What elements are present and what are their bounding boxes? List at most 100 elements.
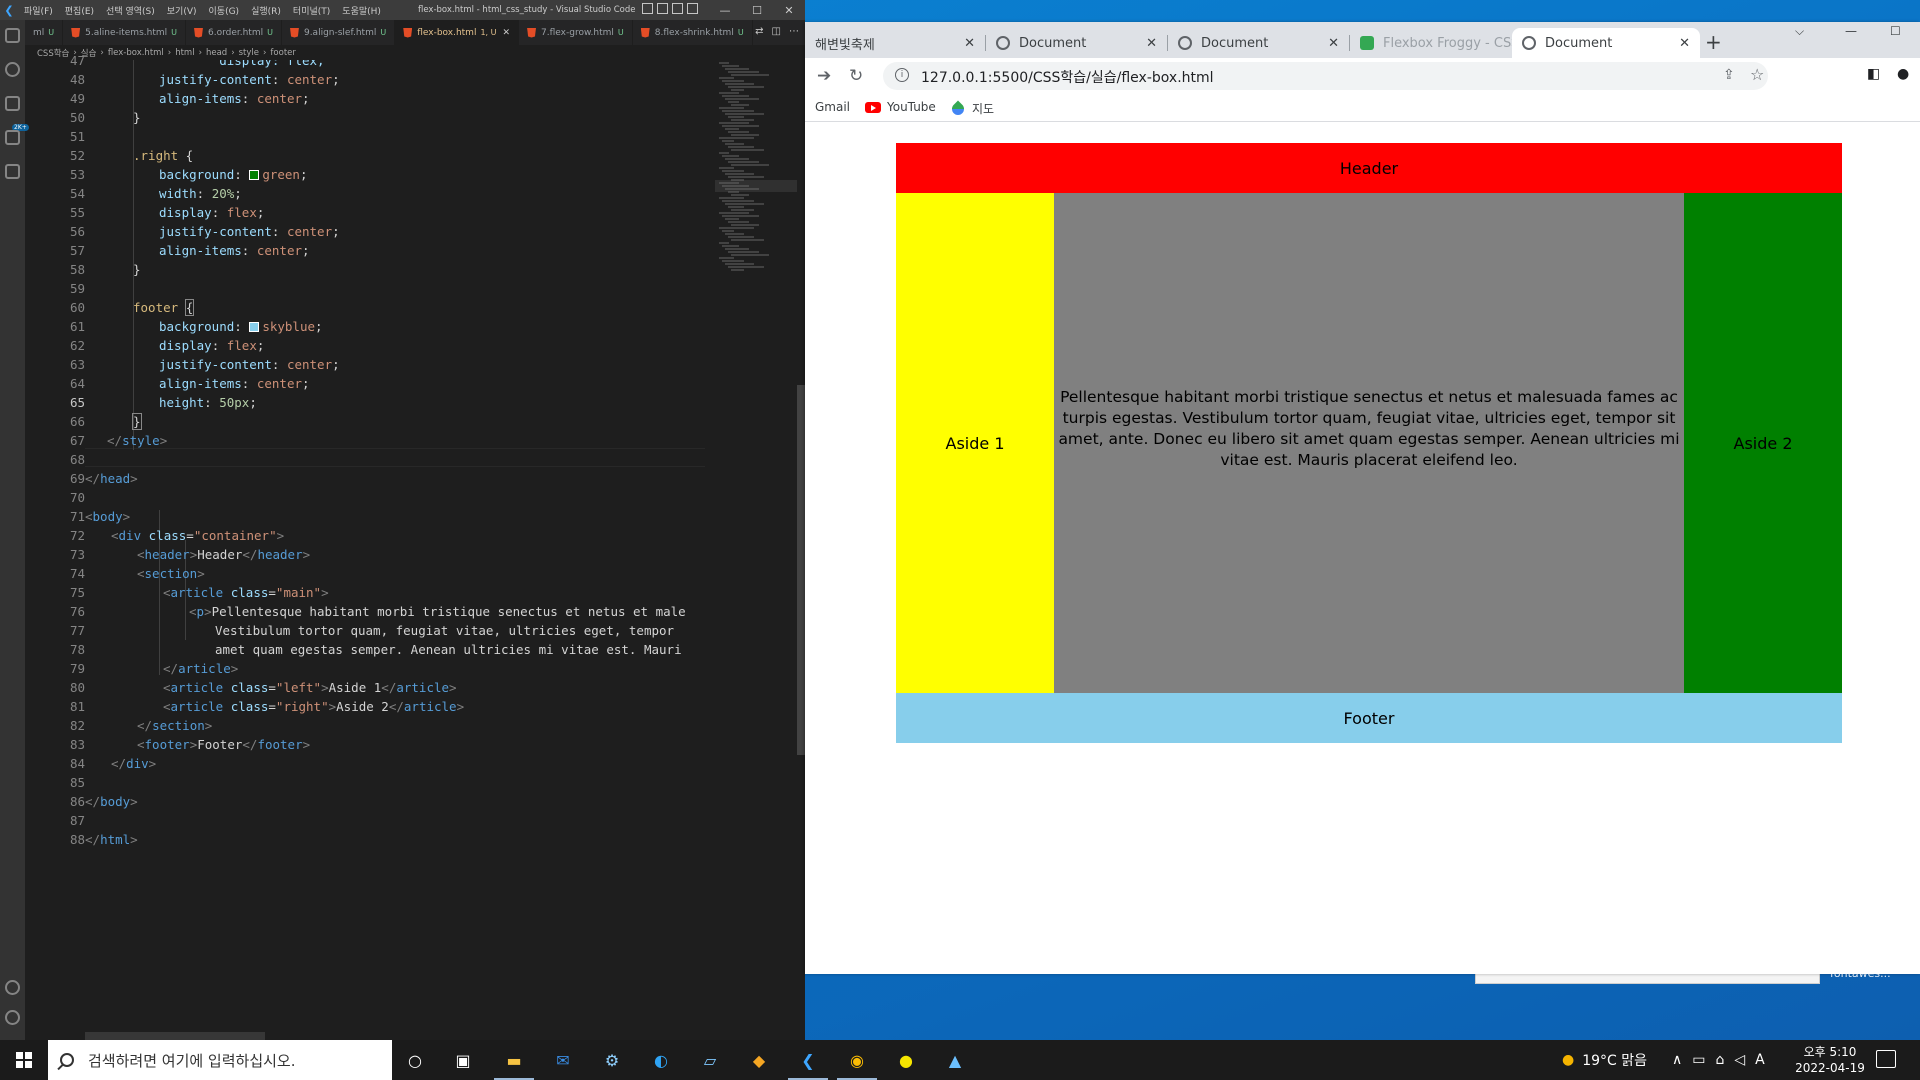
network-icon[interactable]: ⌂: [1715, 1052, 1724, 1068]
side-panel-icon[interactable]: ◧: [1867, 66, 1880, 82]
menu-view[interactable]: 보기(V): [161, 4, 203, 17]
reload-icon[interactable]: ↻: [849, 66, 863, 86]
tab-close-icon[interactable]: ✕: [1328, 36, 1339, 51]
search-icon[interactable]: [5, 62, 20, 77]
meet-now-icon[interactable]: ▭: [1692, 1052, 1705, 1068]
maximize-icon[interactable]: ☐: [741, 0, 773, 20]
run-debug-icon[interactable]: [5, 130, 20, 145]
vscode-taskbar-icon[interactable]: ❮: [788, 1048, 828, 1080]
notification-icon[interactable]: [1876, 1050, 1896, 1068]
edge-icon[interactable]: ◐: [649, 1048, 673, 1072]
site-info-icon[interactable]: i: [895, 68, 909, 82]
tab-aline-items[interactable]: 5.aline-items.html U: [63, 20, 186, 45]
breadcrumb-item[interactable]: html: [175, 48, 194, 58]
minimap[interactable]: [715, 60, 797, 1040]
browser-tab-2[interactable]: Document ✕: [1168, 28, 1350, 58]
chevron-right-icon: ›: [198, 47, 202, 58]
toggle-secondary-sidebar-icon[interactable]: [672, 3, 683, 14]
minimap-viewport[interactable]: [715, 180, 797, 192]
menu-terminal[interactable]: 터미널(T): [287, 4, 336, 17]
tab-modified: 1, U: [480, 28, 497, 37]
mail-icon[interactable]: ✉: [551, 1048, 575, 1072]
extensions-icon[interactable]: [5, 164, 20, 179]
tab-file-0[interactable]: ml U: [25, 20, 64, 45]
browser-tab-1[interactable]: Document ✕: [986, 28, 1168, 58]
chevron-up-icon[interactable]: ∧: [1672, 1052, 1682, 1068]
vertical-scrollbar[interactable]: [797, 385, 805, 755]
forward-icon[interactable]: ➔: [817, 66, 831, 86]
tab-close-icon[interactable]: ✕: [964, 36, 975, 51]
start-button[interactable]: [0, 1040, 48, 1080]
minimize-icon[interactable]: —: [709, 0, 741, 20]
tab-order[interactable]: 6.order.html U: [186, 20, 282, 45]
maximize-icon[interactable]: ☐: [1890, 24, 1901, 38]
weather-widget[interactable]: ● 19°C 맑음: [1562, 1040, 1647, 1080]
address-bar[interactable]: i 127.0.0.1:5500/CSS학습/실습/flex-box.html …: [883, 62, 1768, 90]
browser-tab-3[interactable]: Flexbox Froggy - CSS ✕: [1350, 28, 1531, 58]
profile-avatar-icon[interactable]: ●: [1897, 66, 1909, 82]
settings-gear-icon[interactable]: ⚙: [600, 1048, 624, 1072]
task-view-icon[interactable]: ▣: [451, 1048, 475, 1072]
new-tab-button[interactable]: +: [1705, 30, 1722, 54]
bookmark-youtube[interactable]: YouTube: [865, 100, 936, 114]
bookmark-star-icon[interactable]: ☆: [1750, 65, 1764, 84]
menu-run[interactable]: 실행(R): [245, 4, 287, 17]
color-swatch-skyblue[interactable]: [249, 322, 260, 332]
code-content[interactable]: display: flex; justify-content: center; …: [85, 60, 705, 1040]
menu-selection[interactable]: 선택 영역(S): [100, 4, 161, 17]
kakaotalk-icon[interactable]: ●: [894, 1048, 918, 1072]
customize-layout-icon[interactable]: [687, 3, 698, 14]
share-icon[interactable]: ⇪: [1723, 67, 1735, 83]
breadcrumb-item[interactable]: flex-box.html: [108, 48, 164, 58]
more-actions-icon[interactable]: ⋯: [789, 26, 799, 37]
tab-close-icon[interactable]: ✕: [1146, 36, 1157, 51]
file-explorer-icon[interactable]: ▬: [494, 1048, 534, 1080]
split-editor-icon[interactable]: ◫: [772, 26, 781, 37]
code-editor[interactable]: 47 48 49 50 51 52 53 54 55 56 57 58 59 60 61 62 63 64 65 66…: [25, 53, 715, 1040]
toggle-sidebar-icon[interactable]: [642, 3, 653, 14]
menu-edit[interactable]: 편집(E): [59, 4, 100, 17]
ime-indicator[interactable]: A: [1755, 1052, 1765, 1068]
settings-gear-icon[interactable]: [5, 1010, 20, 1025]
breadcrumb-item[interactable]: footer: [270, 48, 295, 58]
tab-flex-grow[interactable]: 7.flex-grow.html U: [519, 20, 633, 45]
tab-close-icon[interactable]: ✕: [1679, 36, 1690, 51]
tab-flex-shrink[interactable]: 8.flex-shrink.html U: [633, 20, 753, 45]
cortana-icon[interactable]: ○: [403, 1048, 427, 1072]
paint-icon[interactable]: ◆: [747, 1048, 771, 1072]
chrome-icon[interactable]: ◉: [837, 1048, 877, 1080]
line-number: 58: [69, 262, 85, 277]
menu-file[interactable]: 파일(F): [18, 4, 59, 17]
horizontal-scrollbar[interactable]: [85, 1032, 265, 1040]
breadcrumb-item[interactable]: head: [206, 48, 227, 58]
volume-icon[interactable]: ◁: [1734, 1052, 1745, 1068]
code-line: <article class="main">: [163, 585, 329, 600]
tab-search-icon[interactable]: ⌵: [1795, 24, 1804, 39]
tab-flex-box[interactable]: flex-box.html 1, U ✕: [395, 20, 520, 45]
line-number: 72: [69, 528, 85, 543]
breadcrumb-item[interactable]: style: [239, 48, 259, 58]
tab-align-slef[interactable]: 9.align-slef.html U: [282, 20, 396, 45]
bookmark-maps[interactable]: 지도: [949, 100, 994, 117]
explorer-icon[interactable]: [5, 28, 20, 43]
source-control-icon[interactable]: [5, 96, 20, 111]
code-line: </html>: [85, 832, 138, 847]
account-icon[interactable]: [5, 980, 20, 995]
menu-help[interactable]: 도움말(H): [336, 4, 387, 17]
close-icon[interactable]: ✕: [773, 0, 805, 20]
compare-icon[interactable]: ⇄: [755, 26, 763, 37]
menu-go[interactable]: 이동(G): [203, 4, 246, 17]
taskbar-clock[interactable]: 오후 5:10 2022-04-19: [1790, 1044, 1870, 1076]
minimize-icon[interactable]: —: [1845, 24, 1857, 38]
browser-tab-0[interactable]: 해변빛축제 ✕: [805, 28, 986, 58]
bookmark-gmail[interactable]: Gmail: [815, 100, 850, 114]
notepad-icon[interactable]: ▱: [698, 1048, 722, 1072]
photos-icon[interactable]: ▲: [943, 1048, 967, 1072]
minimap-line: [731, 89, 744, 91]
color-swatch-green[interactable]: [249, 170, 260, 180]
taskbar-search[interactable]: 검색하려면 여기에 입력하십시오.: [48, 1040, 392, 1080]
browser-tab-active[interactable]: Document ✕: [1512, 28, 1700, 58]
toggle-panel-icon[interactable]: [657, 3, 668, 14]
url-text[interactable]: 127.0.0.1:5500/CSS학습/실습/flex-box.html: [921, 67, 1214, 87]
tab-close-icon[interactable]: ✕: [503, 28, 511, 38]
